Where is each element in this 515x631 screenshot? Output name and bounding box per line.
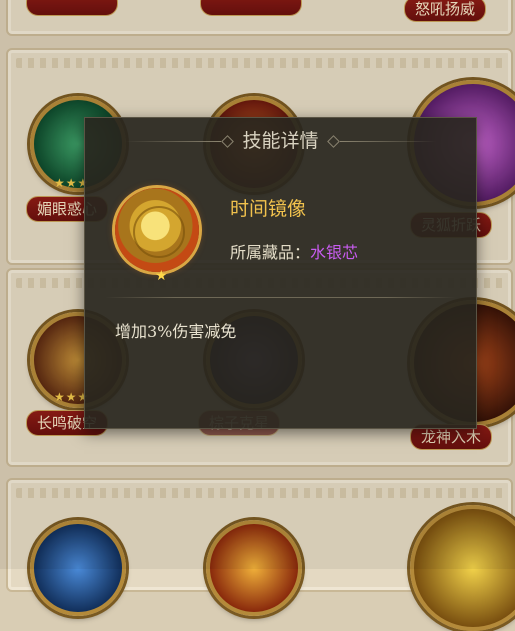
mirror-medallion-icon <box>115 188 199 272</box>
title-ornament-diamond <box>327 135 340 148</box>
collection-value: 水银芯 <box>310 243 359 262</box>
skill-description: 增加3%伤害减免 <box>115 322 237 341</box>
collection-row: 所属藏品：水银芯 <box>230 239 358 263</box>
popup-divider <box>105 297 456 298</box>
title-ornament-diamond <box>221 135 234 148</box>
skill-star-icon: ★ <box>155 268 168 284</box>
popup-title-bar: 技能详情 <box>85 126 476 156</box>
title-ornament-line <box>125 141 221 142</box>
skill-name: 时间镜像 <box>230 198 307 220</box>
skill-detail-popup: 技能详情 ★ 时间镜像 所属藏品：水银芯 增加3%伤害减免 <box>84 117 477 429</box>
title-ornament-line <box>340 141 436 142</box>
collection-label: 所属藏品： <box>230 243 311 262</box>
popup-title: 技能详情 <box>242 130 319 152</box>
